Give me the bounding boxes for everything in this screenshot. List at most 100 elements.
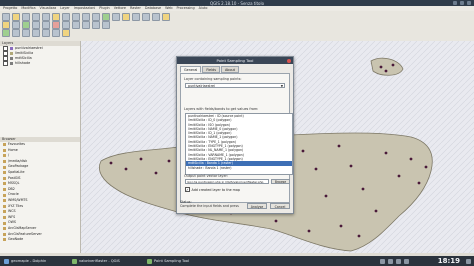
redo-icon[interactable] (102, 21, 110, 29)
label-icon[interactable] (162, 13, 170, 21)
add-feature-icon[interactable] (22, 21, 30, 29)
qgis-icon (147, 258, 152, 264)
zoom-layer-icon[interactable] (92, 13, 100, 21)
list-item[interactable]: hillshade : Banda 1 (raster) (186, 166, 292, 170)
close-icon[interactable] (467, 1, 471, 5)
folder-icon (3, 154, 6, 158)
show-desktop-icon[interactable] (466, 258, 471, 264)
tab-about[interactable]: About (220, 66, 239, 73)
sampling-layer-select[interactable]: puntivalriaestrei ▼ (185, 83, 285, 88)
new-shapefile-icon[interactable] (62, 29, 70, 37)
cut-icon[interactable] (62, 21, 70, 29)
add-layer-checkbox-row[interactable]: ✓ Add created layer to the map (185, 187, 240, 192)
sample-point (154, 171, 158, 175)
add-spatialite-icon[interactable] (32, 29, 40, 37)
save-as-icon[interactable] (32, 13, 40, 21)
paste-icon[interactable] (82, 21, 90, 29)
point-layer-icon (10, 47, 13, 50)
taskbar-item-point-sampling[interactable]: Point Sampling Tool (145, 258, 191, 265)
output-path-input[interactable]: /poi da puntivalori.shp in QGIS/valorive… (185, 179, 269, 184)
move-feature-icon[interactable] (32, 21, 40, 29)
mssql-icon (3, 182, 6, 186)
minimize-icon[interactable] (453, 1, 457, 5)
zoom-full-icon[interactable] (82, 13, 90, 21)
taskbar-item-label: Point Sampling Tool (154, 258, 190, 263)
sample-point (384, 151, 388, 155)
sample-point (417, 181, 421, 185)
edit-icon[interactable] (2, 21, 10, 29)
refresh-icon[interactable] (102, 13, 110, 21)
taskbar-item-qgis[interactable]: valoriveriflaster - QGIS (70, 258, 122, 265)
add-layer-checkbox[interactable]: ✓ (185, 187, 190, 192)
sample-point (307, 229, 311, 233)
zoom-out-icon[interactable] (72, 13, 80, 21)
add-postgis-icon[interactable] (22, 29, 30, 37)
pan-icon[interactable] (52, 13, 60, 21)
folder-icon (3, 148, 6, 152)
delete-selected-icon[interactable] (52, 21, 60, 29)
maximize-icon[interactable] (460, 1, 464, 5)
tab-fields[interactable]: Fields (202, 66, 220, 73)
wcs-icon (3, 210, 6, 214)
postgis-icon (3, 176, 6, 180)
new-project-icon[interactable] (2, 13, 10, 21)
undo-icon[interactable] (92, 21, 100, 29)
open-project-icon[interactable] (12, 13, 20, 21)
toolbar-row-3 (2, 29, 70, 37)
browser-panel: Browser Favourites Home / /media/disk Ge… (0, 137, 80, 243)
taskbar-item-dolphin[interactable]: geomapie - Dolphin (2, 258, 48, 265)
output-layer-label: Output point vector layer: (184, 174, 229, 178)
browse-button[interactable]: Browse (271, 179, 290, 184)
wms-icon (3, 199, 6, 203)
zoom-in-icon[interactable] (62, 13, 70, 21)
measure-icon[interactable] (142, 13, 150, 21)
identify-icon[interactable] (112, 13, 120, 21)
copy-icon[interactable] (72, 21, 80, 29)
tab-general[interactable]: General (180, 66, 202, 73)
fields-bands-list[interactable]: puntivalriaestrei : ID (source point) li… (185, 113, 293, 175)
sample-point (357, 234, 361, 238)
deselect-icon[interactable] (132, 13, 140, 21)
save-edits-icon[interactable] (12, 21, 20, 29)
output-row: /poi da puntivalori.shp in QGIS/valorive… (185, 179, 291, 184)
xyz-icon (3, 204, 6, 208)
add-wms-icon[interactable] (42, 29, 50, 37)
dialog-close-icon[interactable] (287, 58, 291, 63)
select-icon[interactable] (122, 13, 130, 21)
network-icon[interactable] (380, 258, 385, 264)
save-project-icon[interactable] (22, 13, 30, 21)
raster-layer-icon (10, 62, 13, 65)
layer-item[interactable]: hillshade (0, 61, 80, 66)
analyse-button[interactable]: Analyse (247, 203, 267, 209)
clock[interactable]: 18:19 (438, 257, 460, 265)
add-raster-icon[interactable] (12, 29, 20, 37)
attribute-table-icon[interactable] (152, 13, 160, 21)
dialog-body: Layer containing sampling points: puntiv… (180, 73, 293, 203)
cancel-button[interactable]: Cancel (270, 203, 290, 209)
sample-point (374, 209, 378, 213)
sample-point (424, 165, 428, 169)
add-vector-icon[interactable] (2, 29, 10, 37)
sample-point (349, 164, 353, 168)
taskbar-item-label: valoriveriflaster - QGIS (79, 258, 120, 263)
sample-point (409, 157, 413, 161)
sample-point (314, 167, 318, 171)
node-tool-icon[interactable] (42, 21, 50, 29)
volume-icon[interactable] (388, 258, 393, 264)
sampling-layer-value: puntivalriaestrei (188, 84, 215, 88)
notifications-icon[interactable] (404, 258, 409, 264)
geopackage-icon (3, 165, 6, 169)
battery-icon[interactable] (396, 258, 401, 264)
dialog-title: Point Sampling Tool (216, 58, 254, 63)
sampling-layer-label: Layer containing sampling points: (184, 77, 242, 81)
sample-point (139, 157, 143, 161)
layer-visibility-checkbox[interactable] (3, 61, 8, 66)
sample-point (397, 174, 401, 178)
toolbar-row-2 (2, 21, 110, 29)
browser-item[interactable]: GeoNode (0, 237, 80, 243)
add-wfs-icon[interactable] (52, 29, 60, 37)
layer-name: hillshade (15, 61, 31, 65)
window-controls (453, 1, 471, 5)
fields-list-label: Layers with fields/bands to get values f… (184, 107, 259, 111)
print-icon[interactable] (42, 13, 50, 21)
